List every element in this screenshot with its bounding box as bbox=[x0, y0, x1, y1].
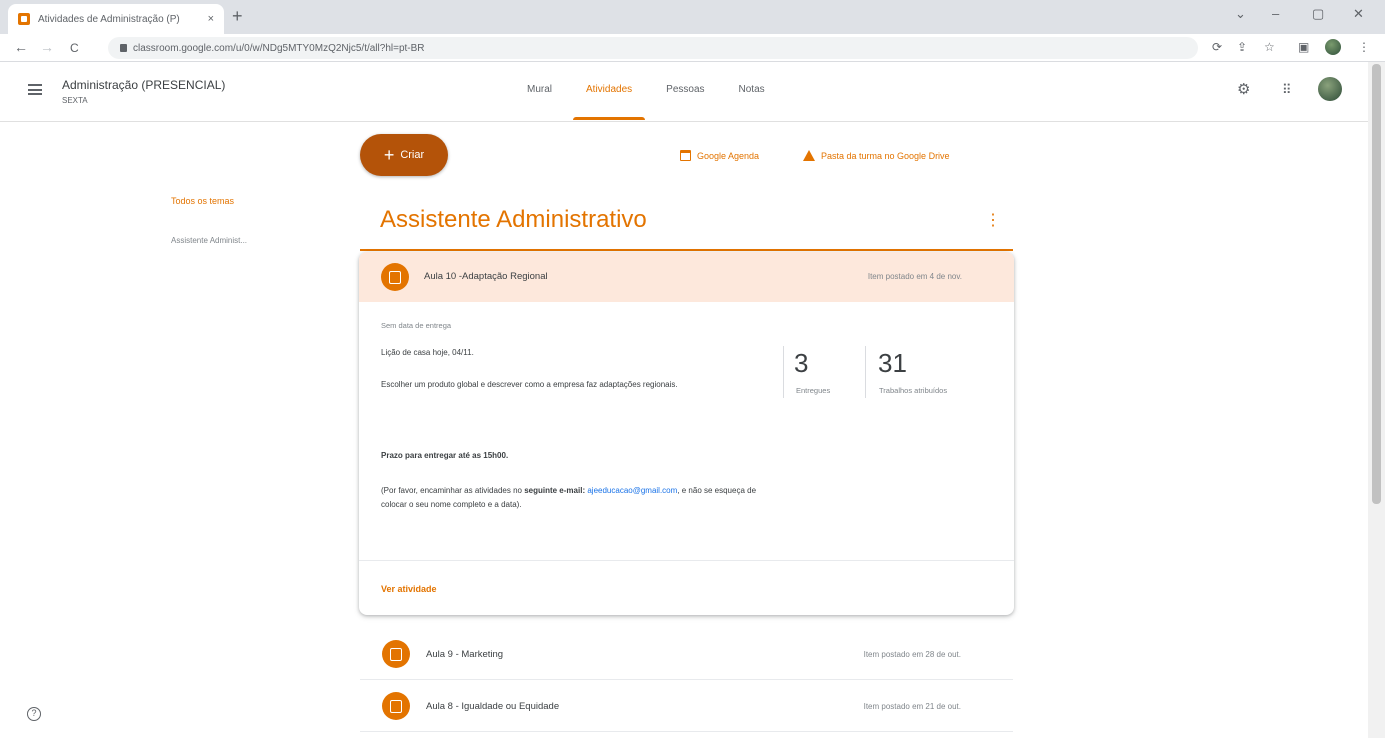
minimize-button[interactable]: – bbox=[1272, 6, 1279, 21]
assignment-title[interactable]: Aula 10 -Adaptação Regional bbox=[424, 271, 548, 282]
menu-icon[interactable] bbox=[28, 84, 42, 95]
bookmark-star-icon[interactable]: ☆ bbox=[1264, 40, 1275, 54]
classroom-header: Administração (PRESENCIAL) SEXTA Mural A… bbox=[0, 62, 1368, 122]
assignment-icon bbox=[381, 263, 409, 291]
email-text-pre: (Por favor, encaminhar as atividades no bbox=[381, 486, 525, 495]
stats-divider-2 bbox=[865, 346, 866, 398]
assignment-row-title[interactable]: Aula 8 - Igualdade ou Equidade bbox=[426, 701, 559, 712]
assignment-email-instructions: (Por favor, encaminhar as atividades no … bbox=[381, 484, 771, 512]
class-section: SEXTA bbox=[62, 96, 88, 105]
tab-pessoas[interactable]: Pessoas bbox=[649, 62, 721, 122]
assignment-card-header[interactable]: Aula 10 -Adaptação Regional Item postado… bbox=[359, 252, 1014, 302]
reload-button[interactable]: C bbox=[70, 41, 79, 55]
browser-profile-avatar[interactable] bbox=[1325, 39, 1341, 55]
assignment-description-line1: Lição de casa hoje, 04/11. bbox=[381, 348, 474, 357]
tab-search-icon[interactable]: ⌄ bbox=[1235, 6, 1246, 22]
topic-filter-all[interactable]: Todos os temas bbox=[171, 196, 234, 206]
email-text-colon: : bbox=[582, 486, 586, 495]
google-calendar-link[interactable]: Google Agenda bbox=[680, 150, 759, 161]
topic-title: Assistente Administrativo bbox=[380, 206, 647, 233]
assignment-icon bbox=[382, 692, 410, 720]
classroom-favicon-icon bbox=[18, 13, 30, 25]
create-button[interactable]: + Criar bbox=[360, 134, 448, 176]
stats-divider bbox=[783, 346, 784, 398]
card-footer-divider bbox=[359, 560, 1014, 561]
calendar-icon bbox=[680, 150, 691, 161]
handed-in-label: Entregues bbox=[796, 386, 831, 395]
browser-tab-strip: Atividades de Administração (P) × + ⌄ – … bbox=[0, 0, 1385, 34]
settings-icon[interactable]: ⚙ bbox=[1237, 80, 1250, 98]
assignment-posted-date: Item postado em 4 de nov. bbox=[867, 272, 962, 281]
assignment-row-title[interactable]: Aula 9 - Marketing bbox=[426, 649, 503, 660]
user-avatar[interactable] bbox=[1318, 77, 1342, 101]
new-tab-button[interactable]: + bbox=[232, 6, 243, 27]
browser-tab[interactable]: Atividades de Administração (P) × bbox=[8, 4, 224, 34]
class-tabs: Mural Atividades Pessoas Notas bbox=[510, 62, 782, 122]
plus-icon: + bbox=[383, 145, 395, 165]
email-text-bold: seguinte e-mail bbox=[524, 486, 583, 495]
close-window-button[interactable]: ✕ bbox=[1353, 6, 1364, 22]
apps-icon[interactable]: ⠿ bbox=[1282, 82, 1292, 98]
email-link[interactable]: ajeeducacao@gmail.com bbox=[587, 486, 677, 495]
extension-icon[interactable]: ⟳ bbox=[1212, 40, 1222, 54]
url-text: classroom.google.com/u/0/w/NDg5MTY0MzQ2N… bbox=[133, 42, 425, 54]
view-assignment-link[interactable]: Ver atividade bbox=[381, 584, 437, 594]
assigned-count[interactable]: 31 bbox=[878, 348, 907, 379]
tab-mural[interactable]: Mural bbox=[510, 62, 569, 122]
close-tab-icon[interactable]: × bbox=[208, 13, 214, 25]
assignment-description-line2: Escolher um produto global e descrever c… bbox=[381, 380, 678, 389]
lock-icon bbox=[120, 44, 127, 52]
calendar-link-label: Google Agenda bbox=[697, 150, 760, 161]
forward-button[interactable]: → bbox=[40, 39, 54, 55]
back-button[interactable]: ← bbox=[14, 39, 28, 55]
class-name[interactable]: Administração (PRESENCIAL) bbox=[62, 78, 225, 92]
assignment-row-date: Item postado em 21 de out. bbox=[863, 702, 961, 711]
tab-atividades[interactable]: Atividades bbox=[569, 62, 649, 122]
more-vert-icon[interactable]: ⋮ bbox=[985, 210, 1001, 230]
assignment-row[interactable]: Aula 9 - Marketing Item postado em 28 de… bbox=[360, 628, 1013, 680]
assignment-deadline: Prazo para entregar até as 15h00. bbox=[381, 451, 509, 460]
drive-folder-link[interactable]: Pasta da turma no Google Drive bbox=[803, 150, 950, 161]
browser-tab-title: Atividades de Administração (P) bbox=[38, 13, 180, 25]
browser-menu-icon[interactable]: ⋮ bbox=[1358, 40, 1370, 54]
address-bar[interactable]: classroom.google.com/u/0/w/NDg5MTY0MzQ2N… bbox=[108, 37, 1198, 59]
assignment-row[interactable]: Aula 8 - Igualdade ou Equidade Item post… bbox=[360, 680, 1013, 732]
drive-link-label: Pasta da turma no Google Drive bbox=[821, 150, 950, 161]
side-panel-icon[interactable]: ▣ bbox=[1298, 40, 1309, 54]
assignment-row-date: Item postado em 28 de out. bbox=[863, 650, 961, 659]
tab-notas[interactable]: Notas bbox=[722, 62, 782, 122]
browser-toolbar: ← → C classroom.google.com/u/0/w/NDg5MTY… bbox=[0, 34, 1385, 62]
page-scrollbar[interactable] bbox=[1368, 62, 1385, 738]
drive-icon bbox=[803, 150, 815, 161]
assigned-label: Trabalhos atribuídos bbox=[879, 386, 948, 395]
maximize-button[interactable]: ▢ bbox=[1312, 6, 1324, 22]
scrollbar-thumb[interactable] bbox=[1372, 64, 1381, 504]
share-icon[interactable]: ⇪ bbox=[1237, 40, 1247, 54]
help-icon[interactable]: ? bbox=[27, 707, 41, 721]
due-date: Sem data de entrega bbox=[381, 321, 452, 330]
topic-filter-assistente[interactable]: Assistente Administ... bbox=[171, 236, 247, 245]
handed-in-count[interactable]: 3 bbox=[794, 348, 808, 379]
create-button-label: Criar bbox=[400, 149, 425, 161]
topic-divider bbox=[360, 249, 1013, 251]
assignment-card-expanded: Aula 10 -Adaptação Regional Item postado… bbox=[359, 252, 1014, 615]
assignment-icon bbox=[382, 640, 410, 668]
